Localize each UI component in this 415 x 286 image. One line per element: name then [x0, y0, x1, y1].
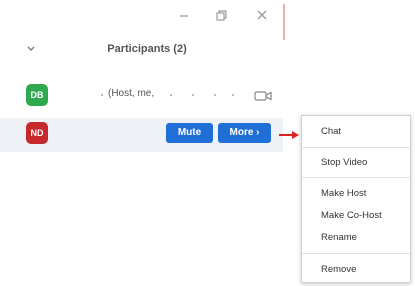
menu-item-stop-video[interactable]: Stop Video — [321, 157, 367, 168]
redaction-mark — [192, 94, 194, 96]
panel-title: Participants (2) — [107, 43, 187, 55]
pointer-arrow-icon — [278, 127, 300, 139]
menu-item-rename[interactable]: Rename — [321, 232, 357, 243]
redaction-mark — [232, 94, 234, 96]
menu-divider — [302, 147, 410, 148]
close-icon[interactable] — [251, 6, 273, 26]
participant-row[interactable]: ND Mute More › — [0, 118, 283, 152]
participant-row[interactable]: DB (Host, me, — [0, 80, 283, 114]
participant-context-menu: Chat Stop Video Make Host Make Co-Host R… — [301, 115, 411, 283]
avatar: DB — [26, 84, 48, 106]
restore-icon[interactable] — [210, 6, 232, 26]
redaction-mark — [101, 94, 103, 96]
menu-item-make-host[interactable]: Make Host — [321, 188, 366, 199]
more-button[interactable]: More › — [218, 123, 271, 143]
menu-item-make-co-host[interactable]: Make Co-Host — [321, 210, 382, 221]
menu-item-chat[interactable]: Chat — [321, 126, 341, 137]
redaction-mark — [170, 94, 172, 96]
minimize-icon[interactable] — [173, 6, 195, 26]
participant-name: (Host, me, — [108, 88, 155, 99]
avatar: ND — [26, 122, 48, 144]
participants-panel: Participants (2) DB (Host, me, ND Mute M… — [0, 0, 283, 286]
panel-divider — [283, 4, 285, 40]
menu-divider — [302, 177, 410, 178]
mute-button[interactable]: Mute — [166, 123, 213, 143]
menu-divider — [302, 253, 410, 254]
chevron-down-icon[interactable] — [24, 42, 38, 56]
menu-item-remove[interactable]: Remove — [321, 264, 356, 275]
redaction-mark — [214, 94, 216, 96]
video-camera-icon[interactable] — [254, 89, 272, 101]
